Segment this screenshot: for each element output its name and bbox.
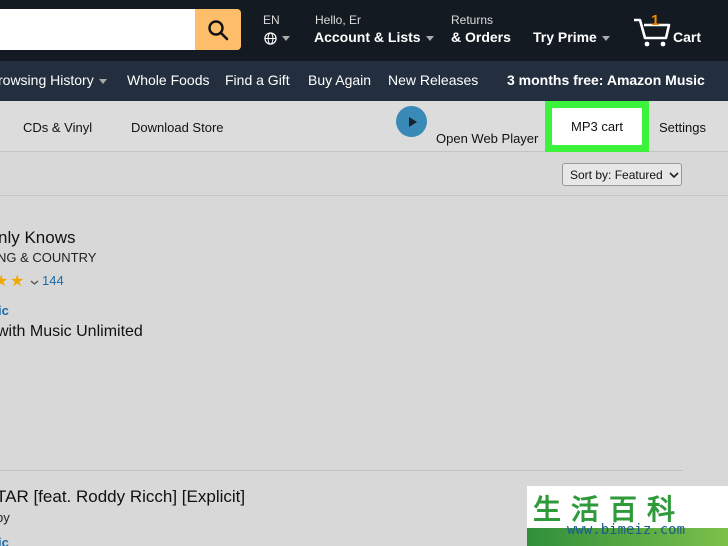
account-lists-menu[interactable]: Account & Lists [314, 29, 434, 45]
open-web-player-link[interactable]: Open Web Player [436, 131, 538, 146]
amazon-music-promo[interactable]: 3 months free: Amazon Music [507, 72, 705, 88]
try-prime-menu[interactable]: Try Prime [533, 29, 610, 45]
nav-find-a-gift[interactable]: Find a Gift [225, 72, 290, 88]
orders-link[interactable]: & Orders [451, 29, 511, 45]
download-store-link[interactable]: Download Store [131, 120, 224, 135]
sort-label: Sort by: [570, 167, 612, 182]
language-selector[interactable] [264, 30, 290, 48]
result-title[interactable]: nly Knows [0, 228, 75, 248]
result-divider [0, 470, 683, 471]
result-artist: by [0, 510, 10, 525]
sort-dropdown[interactable]: Sort by: Featured [562, 163, 682, 186]
search-icon [208, 19, 229, 40]
result-format-link[interactable]: ic [0, 535, 9, 546]
mp3-cart-button[interactable]: MP3 cart [552, 108, 642, 145]
result-title[interactable]: TAR [feat. Roddy Ricch] [Explicit] [0, 487, 245, 507]
returns-label: Returns [451, 13, 494, 27]
result-genre: NG & COUNTRY [0, 250, 97, 265]
search-input[interactable] [0, 9, 196, 50]
search-button[interactable] [195, 9, 241, 50]
secondary-nav: rowsing History Whole Foods Find a Gift … [0, 61, 728, 101]
rating-chevron-down-icon[interactable] [30, 273, 39, 291]
chevron-down-icon [425, 35, 434, 41]
cart-count: 1 [651, 12, 660, 29]
chevron-down-icon [669, 171, 679, 178]
nav-buy-again[interactable]: Buy Again [308, 72, 371, 88]
play-icon [408, 116, 417, 127]
account-lists-label: Account & Lists [314, 29, 421, 45]
sort-value: Featured [614, 167, 663, 182]
top-nav: EN Hello, Er Account & Lists Returns & O… [0, 0, 728, 61]
web-player-play-button[interactable] [396, 106, 427, 137]
cart-button[interactable]: 1 Cart [632, 12, 704, 48]
try-prime-label: Try Prime [533, 29, 597, 45]
cart-label: Cart [673, 29, 702, 45]
result-format-link[interactable]: ic [0, 303, 9, 318]
browsing-history-menu[interactable]: rowsing History [0, 72, 107, 88]
cds-vinyl-link[interactable]: CDs & Vinyl [23, 120, 92, 135]
nav-whole-foods[interactable]: Whole Foods [127, 72, 209, 88]
star-icon: ★ [0, 273, 9, 290]
chevron-down-icon [98, 78, 107, 84]
watermark-url: www.bimeiz.com [567, 522, 686, 538]
language-code[interactable]: EN [263, 13, 280, 27]
settings-link[interactable]: Settings [659, 120, 706, 135]
mp3-cart-highlight: MP3 cart [545, 101, 649, 152]
chevron-down-icon [282, 36, 290, 42]
music-unlimited-text: with Music Unlimited [0, 323, 143, 340]
globe-icon [264, 32, 277, 45]
star-icon: ★ [10, 273, 25, 290]
nav-new-releases[interactable]: New Releases [388, 72, 478, 88]
browsing-history-label: rowsing History [0, 72, 94, 88]
mp3-cart-label: MP3 cart [570, 119, 623, 134]
chevron-down-icon [601, 35, 610, 41]
greeting-text: Hello, Er [315, 13, 362, 27]
watermark-logo: 生活百科 www.bimeiz.com [527, 486, 728, 546]
rating-count-link[interactable]: 144 [42, 273, 64, 288]
